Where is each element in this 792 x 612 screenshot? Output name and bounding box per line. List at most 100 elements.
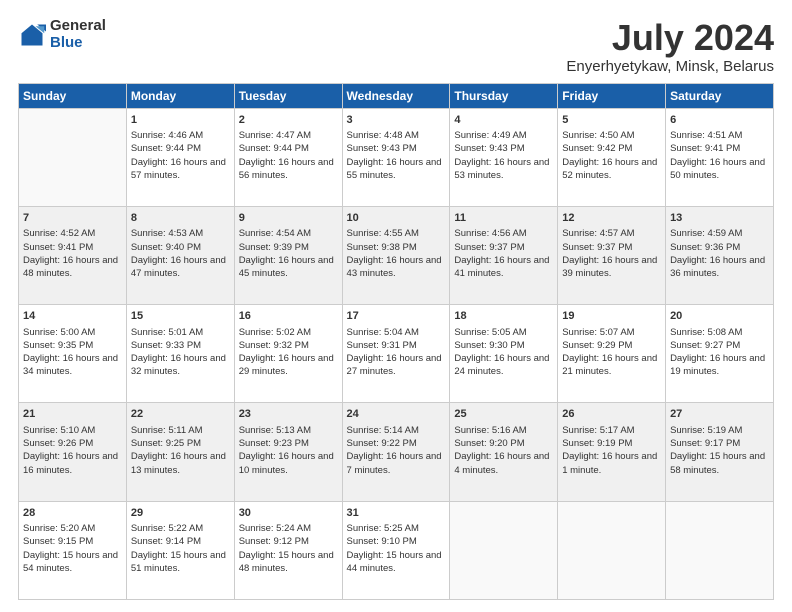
calendar-cell: 25Sunrise: 5:16 AMSunset: 9:20 PMDayligh… bbox=[450, 403, 558, 501]
calendar-cell: 26 Sunrise: 5:17 AM Sunset: 9:19 PM Dayligh… bbox=[558, 403, 666, 501]
calendar-cell: 12Sunrise: 4:57 AMSunset: 9:37 PMDayligh… bbox=[558, 206, 666, 304]
calendar-cell: 7Sunrise: 4:52 AMSunset: 9:41 PMDaylight… bbox=[19, 206, 127, 304]
day-number: 14 bbox=[23, 309, 122, 324]
sunset-text: Sunset: 9:15 PM bbox=[23, 536, 93, 547]
day-number: 16 bbox=[239, 309, 338, 324]
calendar-week-row: 1Sunrise: 4:46 AMSunset: 9:44 PMDaylight… bbox=[19, 108, 774, 206]
sunset-text: Sunset: 9:43 PM bbox=[454, 143, 524, 154]
calendar-cell: 6Sunrise: 4:51 AMSunset: 9:41 PMDaylight… bbox=[666, 108, 774, 206]
sunrise-text: Sunrise: 4:51 AM bbox=[670, 130, 742, 141]
calendar-cell: 28Sunrise: 5:20 AMSunset: 9:15 PMDayligh… bbox=[19, 501, 127, 599]
sunset-text: Sunset: 9:41 PM bbox=[670, 143, 740, 154]
day-number: 10 bbox=[347, 211, 446, 226]
weekday-header-thursday: Thursday bbox=[450, 83, 558, 108]
calendar-cell: 10Sunrise: 4:55 AMSunset: 9:38 PMDayligh… bbox=[342, 206, 450, 304]
daylight-text: Daylight: 16 hours and 52 minutes. bbox=[562, 157, 657, 181]
calendar-cell: 29Sunrise: 5:22 AMSunset: 9:14 PMDayligh… bbox=[126, 501, 234, 599]
calendar-cell bbox=[558, 501, 666, 599]
calendar-cell: 31Sunrise: 5:25 AMSunset: 9:10 PMDayligh… bbox=[342, 501, 450, 599]
daylight-text: Daylight: 16 hours and 56 minutes. bbox=[239, 157, 334, 181]
daylight-text: Daylight: 16 hours and 13 minutes. bbox=[131, 451, 226, 475]
daylight-text: Daylight: 16 hours and 32 minutes. bbox=[131, 353, 226, 377]
daylight-text: Daylight: 16 hours and 45 minutes. bbox=[239, 255, 334, 279]
daylight-text: Daylight: 16 hours and 27 minutes. bbox=[347, 353, 442, 377]
calendar-cell: 22Sunrise: 5:11 AMSunset: 9:25 PMDayligh… bbox=[126, 403, 234, 501]
sunset-text: Sunset: 9:37 PM bbox=[562, 242, 632, 253]
day-number: 19 bbox=[562, 309, 661, 324]
logo-general-text: General bbox=[50, 18, 106, 35]
sunrise-text: Sunrise: 5:17 AM bbox=[562, 425, 634, 436]
daylight-text: Daylight: 16 hours and 29 minutes. bbox=[239, 353, 334, 377]
sunset-text: Sunset: 9:44 PM bbox=[131, 143, 201, 154]
day-number: 20 bbox=[670, 309, 769, 324]
day-number: 18 bbox=[454, 309, 553, 324]
sunrise-text: Sunrise: 5:04 AM bbox=[347, 327, 419, 338]
daylight-text: Daylight: 16 hours and 41 minutes. bbox=[454, 255, 549, 279]
calendar-cell: 1Sunrise: 4:46 AMSunset: 9:44 PMDaylight… bbox=[126, 108, 234, 206]
sunrise-text: Sunrise: 5:08 AM bbox=[670, 327, 742, 338]
daylight-text: Daylight: 16 hours and 34 minutes. bbox=[23, 353, 118, 377]
daylight-text: Daylight: 16 hours and 19 minutes. bbox=[670, 353, 765, 377]
calendar-header-row: SundayMondayTuesdayWednesdayThursdayFrid… bbox=[19, 83, 774, 108]
sunset-text: Sunset: 9:19 PM bbox=[562, 438, 632, 449]
day-number: 29 bbox=[131, 506, 230, 521]
day-number: 26 bbox=[562, 407, 661, 422]
daylight-text: Daylight: 16 hours and 1 minute. bbox=[562, 451, 657, 475]
sunrise-text: Sunrise: 4:53 AM bbox=[131, 228, 203, 239]
calendar-cell: 2Sunrise: 4:47 AMSunset: 9:44 PMDaylight… bbox=[234, 108, 342, 206]
sunrise-text: Sunrise: 4:55 AM bbox=[347, 228, 419, 239]
sunset-text: Sunset: 9:22 PM bbox=[347, 438, 417, 449]
logo-text: General Blue bbox=[50, 18, 106, 51]
calendar-cell: 18Sunrise: 5:05 AMSunset: 9:30 PMDayligh… bbox=[450, 305, 558, 403]
day-number: 22 bbox=[131, 407, 230, 422]
calendar-week-row: 14Sunrise: 5:00 AMSunset: 9:35 PMDayligh… bbox=[19, 305, 774, 403]
sunrise-text: Sunrise: 5:24 AM bbox=[239, 523, 311, 534]
sunrise-text: Sunrise: 5:22 AM bbox=[131, 523, 203, 534]
daylight-text: Daylight: 16 hours and 57 minutes. bbox=[131, 157, 226, 181]
logo-blue-text: Blue bbox=[50, 35, 106, 52]
sunrise-text: Sunrise: 4:50 AM bbox=[562, 130, 634, 141]
calendar-cell: 4Sunrise: 4:49 AMSunset: 9:43 PMDaylight… bbox=[450, 108, 558, 206]
day-number: 7 bbox=[23, 211, 122, 226]
sunrise-text: Sunrise: 5:07 AM bbox=[562, 327, 634, 338]
sunrise-text: Sunrise: 5:19 AM bbox=[670, 425, 742, 436]
weekday-header-sunday: Sunday bbox=[19, 83, 127, 108]
daylight-text: Daylight: 16 hours and 53 minutes. bbox=[454, 157, 549, 181]
day-number: 30 bbox=[239, 506, 338, 521]
main-title: July 2024 bbox=[566, 18, 774, 58]
sunrise-text: Sunrise: 5:20 AM bbox=[23, 523, 95, 534]
daylight-text: Daylight: 16 hours and 55 minutes. bbox=[347, 157, 442, 181]
daylight-text: Daylight: 15 hours and 54 minutes. bbox=[23, 550, 118, 574]
day-number: 24 bbox=[347, 407, 446, 422]
day-number: 25 bbox=[454, 407, 553, 422]
calendar-cell: 11Sunrise: 4:56 AMSunset: 9:37 PMDayligh… bbox=[450, 206, 558, 304]
sunset-text: Sunset: 9:42 PM bbox=[562, 143, 632, 154]
sunrise-text: Sunrise: 5:16 AM bbox=[454, 425, 526, 436]
daylight-text: Daylight: 16 hours and 48 minutes. bbox=[23, 255, 118, 279]
calendar-cell: 8Sunrise: 4:53 AMSunset: 9:40 PMDaylight… bbox=[126, 206, 234, 304]
day-number: 31 bbox=[347, 506, 446, 521]
sunrise-text: Sunrise: 5:05 AM bbox=[454, 327, 526, 338]
day-number: 6 bbox=[670, 113, 769, 128]
sunrise-text: Sunrise: 4:57 AM bbox=[562, 228, 634, 239]
title-block: July 2024 Enyerhyetykaw, Minsk, Belarus bbox=[566, 18, 774, 75]
calendar-cell: 3Sunrise: 4:48 AMSunset: 9:43 PMDaylight… bbox=[342, 108, 450, 206]
sunrise-text: Sunrise: 4:47 AM bbox=[239, 130, 311, 141]
sunrise-text: Sunrise: 4:49 AM bbox=[454, 130, 526, 141]
sunset-text: Sunset: 9:36 PM bbox=[670, 242, 740, 253]
daylight-text: Daylight: 16 hours and 36 minutes. bbox=[670, 255, 765, 279]
calendar-cell bbox=[19, 108, 127, 206]
day-number: 17 bbox=[347, 309, 446, 324]
day-number: 3 bbox=[347, 113, 446, 128]
calendar-week-row: 7Sunrise: 4:52 AMSunset: 9:41 PMDaylight… bbox=[19, 206, 774, 304]
sunset-text: Sunset: 9:40 PM bbox=[131, 242, 201, 253]
sunrise-text: Sunrise: 4:56 AM bbox=[454, 228, 526, 239]
calendar-cell: 21Sunrise: 5:10 AMSunset: 9:26 PMDayligh… bbox=[19, 403, 127, 501]
sunset-text: Sunset: 9:31 PM bbox=[347, 340, 417, 351]
day-number: 23 bbox=[239, 407, 338, 422]
sunset-text: Sunset: 9:38 PM bbox=[347, 242, 417, 253]
calendar-cell: 24Sunrise: 5:14 AMSunset: 9:22 PMDayligh… bbox=[342, 403, 450, 501]
weekday-header-tuesday: Tuesday bbox=[234, 83, 342, 108]
sunrise-text: Sunrise: 4:46 AM bbox=[131, 130, 203, 141]
calendar-cell: 17 Sunrise: 5:04 AM Sunset: 9:31 PM Dayligh… bbox=[342, 305, 450, 403]
